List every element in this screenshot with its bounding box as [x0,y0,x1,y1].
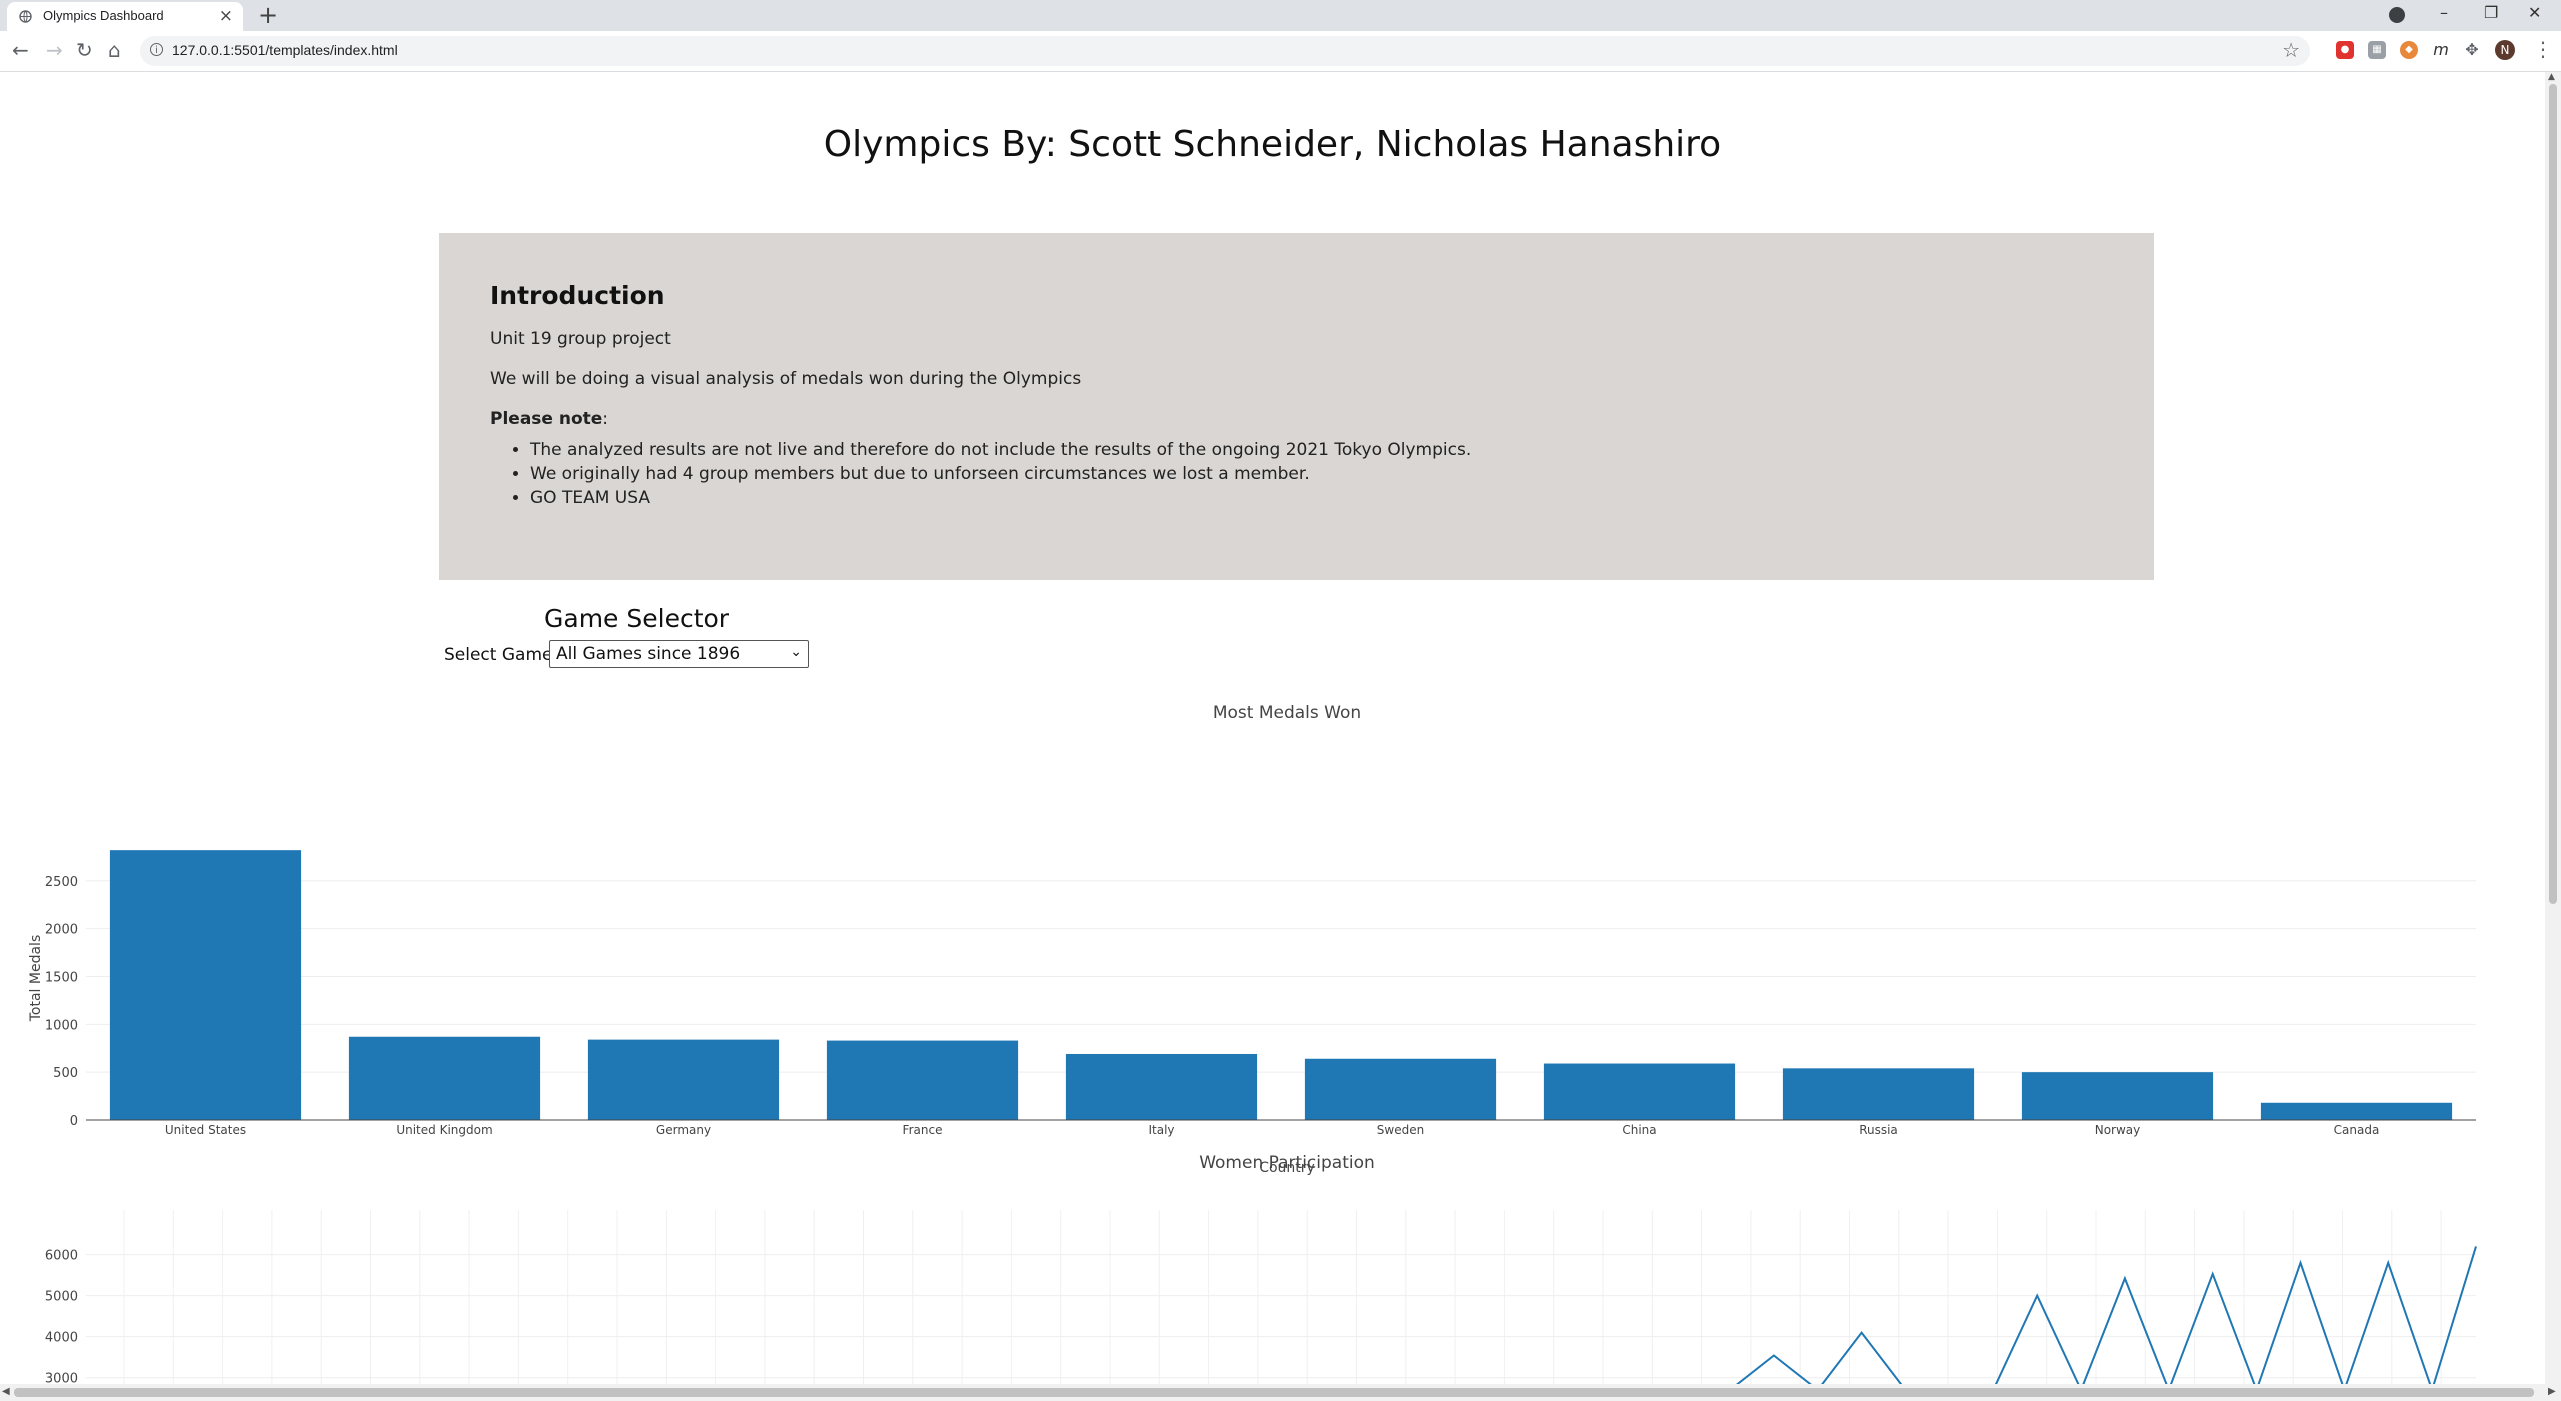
tab-title: Olympics Dashboard [43,8,164,23]
globe-icon [19,10,32,23]
url-text[interactable]: 127.0.0.1:5501/templates/index.html [172,42,398,58]
y-tick-label: 3000 [45,1372,78,1384]
page-viewport: Olympics By: Scott Schneider, Nicholas H… [0,72,2545,1384]
back-arrow-icon[interactable]: ← [12,38,29,62]
y-tick-label: 0 [70,1114,78,1129]
select-game-label: Select Game: [444,645,559,665]
game-selector-title: Game Selector [544,604,730,633]
home-icon[interactable]: ⌂ [108,38,121,62]
horizontal-scroll-thumb[interactable] [14,1388,2534,1397]
x-tick-label: Canada [2334,1123,2380,1137]
y-axis-title: Total Medals [28,935,44,1023]
x-tick-label: United Kingdom [396,1123,492,1137]
x-tick-label: Germany [656,1123,711,1137]
info-icon[interactable]: i [150,43,163,56]
intro-heading: Introduction [490,281,665,310]
list-item: We originally had 4 group members but du… [530,462,1471,486]
y-tick-label: 1000 [45,1018,78,1033]
close-window-button[interactable]: ✕ [2528,3,2541,22]
mendeley-icon[interactable]: m [2432,41,2450,59]
y-tick-label: 2000 [45,923,78,938]
x-tick-label: France [903,1123,943,1137]
bar [2021,1072,2214,1120]
women-participation-line-chart: Women Participation 3000 4000 5000 6000 [45,1153,2477,1384]
introduction-panel: Introduction Unit 19 group project We wi… [439,233,2154,580]
bar [109,850,302,1120]
adblock-icon[interactable]: ● [2336,41,2354,59]
minimize-button[interactable]: – [2440,3,2448,22]
x-tick-label: United States [165,1123,246,1137]
list-item: The analyzed results are not live and th… [530,438,1471,462]
scroll-up-arrow-icon[interactable]: ▲ [2548,72,2555,82]
most-medals-bar-chart: Most Medals Won 0 500 1000 1500 2000 2500 Unite… [28,703,2476,1176]
y-tick-label: 2500 [45,875,78,890]
bookmark-star-icon[interactable]: ☆ [2282,38,2300,62]
browser-menu-icon[interactable]: ⋮ [2533,37,2553,61]
y-tick-label: 500 [53,1066,78,1081]
intro-line-2: We will be doing a visual analysis of me… [490,369,1082,389]
address-bar[interactable]: i 127.0.0.1:5501/templates/index.html ☆ [140,36,2310,66]
select-value: All Games since 1896 [556,644,741,664]
forward-arrow-icon[interactable]: → [46,38,63,62]
restore-button[interactable]: ❐ [2484,3,2498,22]
page-title: Olympics By: Scott Schneider, Nicholas H… [823,124,1722,165]
intro-line-1: Unit 19 group project [490,329,671,349]
bar [348,1036,541,1120]
note-colon: : [602,409,609,429]
scroll-right-arrow-icon[interactable]: ▶ [2548,1386,2556,1397]
new-tab-button[interactable]: + [258,1,278,29]
series-line [1736,1246,2477,1384]
bar [587,1039,780,1120]
x-tick-label: Sweden [1377,1123,1424,1137]
x-tick-label: Norway [2095,1123,2141,1137]
horizontal-scrollbar[interactable]: ◀ ▶ [0,1384,2561,1401]
puzzle-icon[interactable]: ✥ [2463,41,2481,59]
vertical-scroll-thumb[interactable] [2549,84,2557,904]
intro-note: Please note: [490,409,608,429]
scroll-left-arrow-icon[interactable]: ◀ [2,1386,10,1397]
tab-search-icon[interactable] [2389,7,2405,23]
browser-tab-active[interactable]: Olympics Dashboard × [7,2,243,31]
extension-orange-icon[interactable]: ◆ [2400,41,2418,59]
intro-bullet-list: The analyzed results are not live and th… [490,438,1471,510]
bar [1782,1068,1975,1120]
chart-title: Most Medals Won [1213,703,1361,723]
bar [1304,1058,1497,1120]
bar [826,1040,1019,1120]
game-select-dropdown[interactable]: All Games since 1896 ⌄ [549,640,809,668]
x-tick-label: Russia [1859,1123,1898,1137]
reload-icon[interactable]: ↻ [76,38,93,62]
y-tick-label: 1500 [45,970,78,985]
tab-close-icon[interactable]: × [219,6,233,26]
list-item: GO TEAM USA [530,486,1471,510]
bar [1065,1053,1258,1120]
bar [2260,1102,2453,1120]
tab-strip: Olympics Dashboard × + – ❐ ✕ [0,0,2561,31]
x-tick-label: Italy [1148,1123,1174,1137]
extension-grey-icon[interactable]: ▦ [2368,41,2386,59]
browser-toolbar: ← → ↻ ⌂ i 127.0.0.1:5501/templates/index… [0,31,2561,72]
note-bold-label: Please note [490,409,603,429]
x-tick-label: China [1622,1123,1656,1137]
chart-title: Women Participation [1199,1153,1375,1173]
y-tick-label: 4000 [45,1331,78,1346]
chevron-down-icon: ⌄ [790,644,802,660]
y-tick-label: 6000 [45,1249,78,1264]
vertical-scrollbar[interactable]: ▲ [2545,72,2561,1384]
profile-avatar[interactable]: N [2495,40,2515,60]
y-tick-label: 5000 [45,1290,78,1305]
bar [1543,1063,1736,1120]
